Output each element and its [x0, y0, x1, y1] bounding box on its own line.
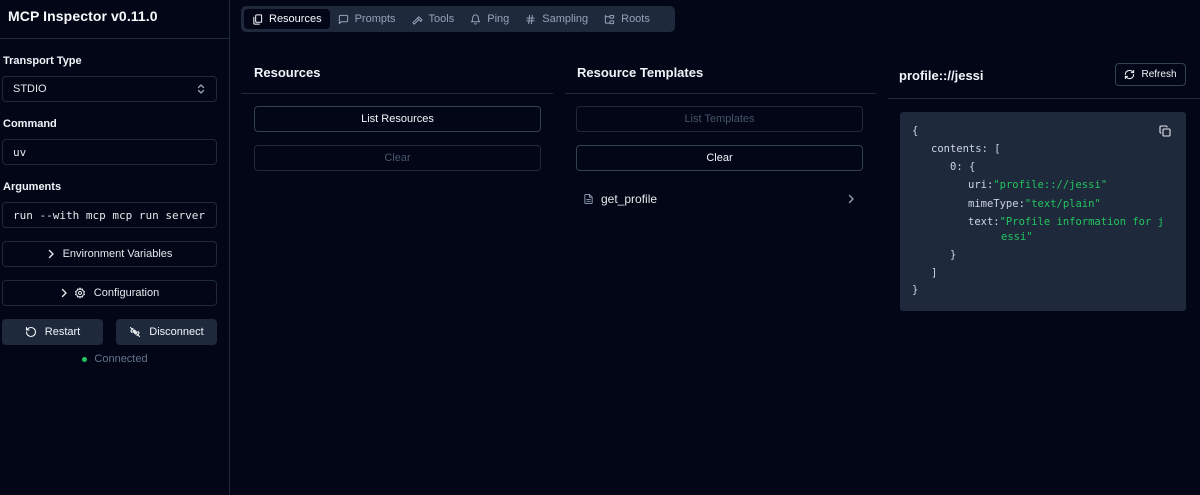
copy-icon[interactable] — [1159, 125, 1171, 137]
resources-title: Resources — [254, 65, 321, 80]
arguments-input[interactable] — [3, 203, 216, 227]
json-open-bracket: [ — [994, 143, 1001, 155]
json-text-line: text:"Profile information for j — [968, 215, 1164, 229]
refresh-cw-icon — [1124, 69, 1135, 80]
command-label: Command — [3, 118, 57, 130]
tab-prompts[interactable]: Prompts — [330, 9, 404, 29]
json-text-value-2: essi" — [1001, 231, 1033, 243]
sidebar-divider — [0, 38, 229, 39]
tab-tools[interactable]: Tools — [404, 9, 463, 29]
list-templates-button[interactable]: List Templates — [576, 106, 863, 132]
chevron-right-icon — [60, 288, 68, 298]
json-uri-value: "profile:://jessi" — [993, 179, 1108, 191]
json-uri-key: uri: — [968, 179, 994, 191]
hammer-icon — [411, 14, 423, 25]
json-text-key: text: — [968, 216, 1000, 228]
restart-button[interactable]: Restart — [2, 319, 103, 345]
list-resources-button[interactable]: List Resources — [254, 106, 541, 132]
tab-sampling[interactable]: Sampling — [517, 9, 596, 29]
folder-tree-icon — [604, 14, 615, 25]
detail-divider — [888, 98, 1200, 99]
command-field-box — [2, 139, 217, 165]
hash-icon — [525, 14, 536, 25]
clear-resources-button[interactable]: Clear — [254, 145, 541, 171]
json-index-line: 0: { — [950, 160, 975, 174]
resource-detail-title: profile:://jessi — [899, 68, 984, 83]
json-contents-key: contents: — [931, 143, 988, 155]
sidebar: MCP Inspector v0.11.0 Transport Type STD… — [0, 0, 230, 495]
json-close-bracket: ] — [931, 267, 938, 279]
clear-templates-button[interactable]: Clear — [576, 145, 863, 171]
json-close-brace: } — [912, 284, 919, 296]
restart-label: Restart — [44, 326, 81, 338]
tab-roots[interactable]: Roots — [596, 9, 658, 29]
settings-gear-icon — [74, 287, 86, 299]
unplug-icon — [129, 326, 141, 338]
json-item-open: { — [968, 161, 976, 173]
json-mime-key: mimeType: — [968, 198, 1025, 210]
tab-sampling-label: Sampling — [542, 13, 589, 25]
json-contents-line: contents: [ — [931, 142, 1001, 156]
files-icon — [252, 13, 263, 25]
template-list-item[interactable]: get_profile — [583, 190, 855, 208]
templates-divider — [565, 93, 876, 94]
command-input[interactable] — [3, 140, 216, 164]
refresh-label: Refresh — [1141, 69, 1177, 80]
resource-templates-title: Resource Templates — [577, 65, 704, 80]
chevron-right-icon — [47, 249, 55, 259]
tab-prompts-label: Prompts — [354, 13, 396, 25]
json-item-close: } — [950, 249, 957, 261]
disconnect-button[interactable]: Disconnect — [116, 319, 217, 345]
template-name: get_profile — [601, 192, 658, 206]
status-dot-icon — [82, 356, 88, 362]
refresh-button[interactable]: Refresh — [1115, 63, 1186, 86]
environment-variables-label: Environment Variables — [62, 248, 173, 260]
tab-resources[interactable]: Resources — [244, 9, 330, 29]
arguments-label: Arguments — [3, 181, 62, 193]
chevron-right-icon — [847, 194, 855, 204]
tab-ping[interactable]: Ping — [462, 9, 517, 29]
transport-type-label: Transport Type — [3, 55, 82, 67]
arguments-field-box — [2, 202, 217, 228]
tab-resources-label: Resources — [269, 13, 322, 25]
json-mime-line: mimeType:"text/plain" — [968, 197, 1101, 211]
json-viewer: { contents: [ 0: { uri:"profile:://jessi… — [900, 112, 1186, 311]
message-square-icon — [338, 14, 349, 25]
chevrons-up-down-icon — [196, 83, 206, 95]
file-text-icon — [583, 193, 594, 205]
json-mime-value: "text/plain" — [1024, 198, 1101, 210]
bell-icon — [470, 13, 481, 25]
status-text: Connected — [94, 353, 148, 365]
tab-bar: Resources Prompts Tools Ping Sampling Ro… — [241, 6, 675, 32]
transport-type-select[interactable]: STDIO — [2, 76, 217, 102]
resources-divider — [241, 93, 553, 94]
json-open-brace: { — [912, 125, 919, 137]
app-title: MCP Inspector v0.11.0 — [8, 8, 158, 24]
disconnect-label: Disconnect — [149, 326, 204, 338]
environment-variables-button[interactable]: Environment Variables — [2, 241, 217, 267]
transport-type-value: STDIO — [13, 83, 47, 95]
json-index-key: 0: — [950, 161, 963, 173]
tab-roots-label: Roots — [621, 13, 650, 25]
tab-ping-label: Ping — [487, 13, 510, 25]
tab-tools-label: Tools — [428, 13, 455, 25]
connection-status: Connected — [0, 353, 230, 365]
configuration-button[interactable]: Configuration — [2, 280, 217, 306]
json-uri-line: uri:"profile:://jessi" — [968, 178, 1107, 192]
configuration-label: Configuration — [93, 287, 160, 299]
rotate-ccw-icon — [25, 326, 37, 338]
json-text-value-1: "Profile information for j — [999, 216, 1164, 228]
